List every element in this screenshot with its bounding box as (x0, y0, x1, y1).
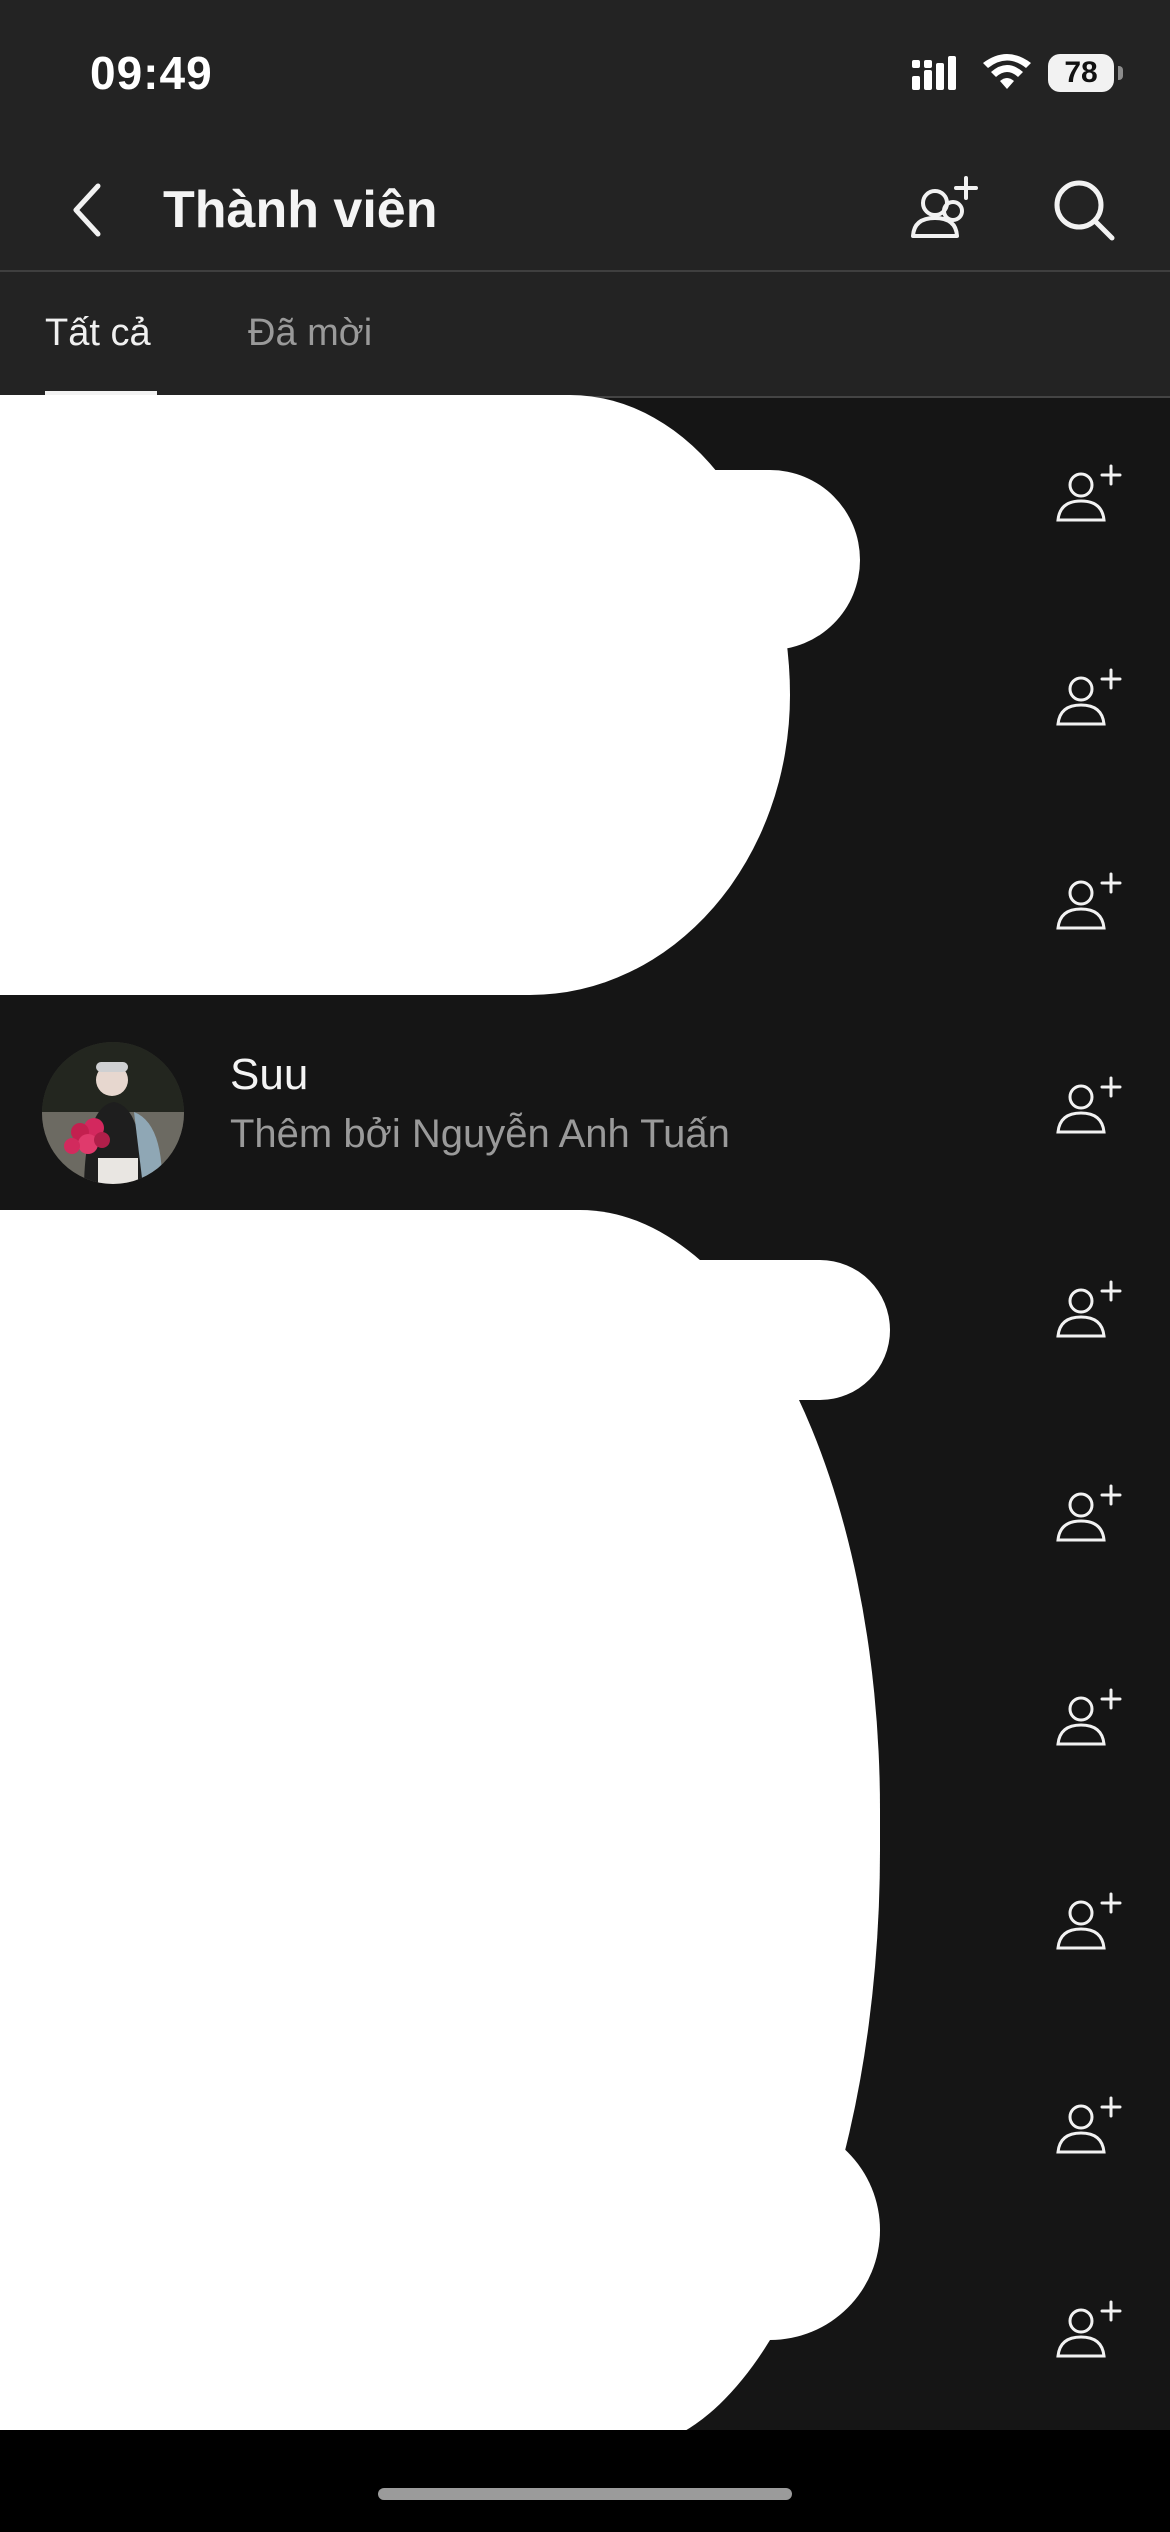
add-friend-icon[interactable] (1050, 1274, 1126, 1350)
status-icons: 78 (912, 50, 1123, 96)
search-icon[interactable] (1048, 174, 1120, 246)
add-friend-icon[interactable] (1050, 2294, 1126, 2370)
add-friend-icon[interactable] (1050, 1070, 1126, 1146)
add-friend-icon[interactable] (1050, 1478, 1126, 1554)
bottom-bar (0, 2430, 1170, 2532)
add-friend-icon[interactable] (1050, 866, 1126, 942)
page-title: Thành viên (163, 181, 438, 239)
add-friend-icon[interactable] (1050, 458, 1126, 534)
member-name: Suu (230, 1050, 309, 1099)
add-friend-icon[interactable] (1050, 1682, 1126, 1758)
home-indicator[interactable] (378, 2488, 792, 2500)
redaction-scribble (0, 2120, 880, 2340)
header-divider (0, 270, 1170, 272)
battery-indicator: 78 (1048, 54, 1123, 92)
add-friend-icon[interactable] (1050, 2090, 1126, 2166)
tab-invited[interactable]: Đã mời (248, 312, 372, 355)
redaction-scribble (0, 1260, 890, 1400)
tab-all[interactable]: Tất cả (45, 312, 151, 355)
add-friend-icon[interactable] (1050, 1886, 1126, 1962)
signal-icon (912, 56, 956, 90)
add-friend-icon[interactable] (1050, 662, 1126, 738)
member-added-by: Thêm bởi Nguyễn Anh Tuấn (230, 1112, 730, 1156)
avatar (42, 1042, 184, 1184)
navigation-bar: Thành viên (0, 150, 1170, 270)
wifi-icon (983, 54, 1031, 89)
add-member-icon[interactable] (908, 174, 980, 246)
redaction-scribble (0, 470, 860, 650)
status-time: 09:49 (90, 47, 213, 99)
back-chevron-icon[interactable] (62, 178, 118, 242)
top-area: 09:49 78 Thành viên Tất cả Đã mời (0, 0, 1170, 398)
member-row[interactable]: Suu Thêm bởi Nguyễn Anh Tuấn (0, 1010, 1170, 1214)
